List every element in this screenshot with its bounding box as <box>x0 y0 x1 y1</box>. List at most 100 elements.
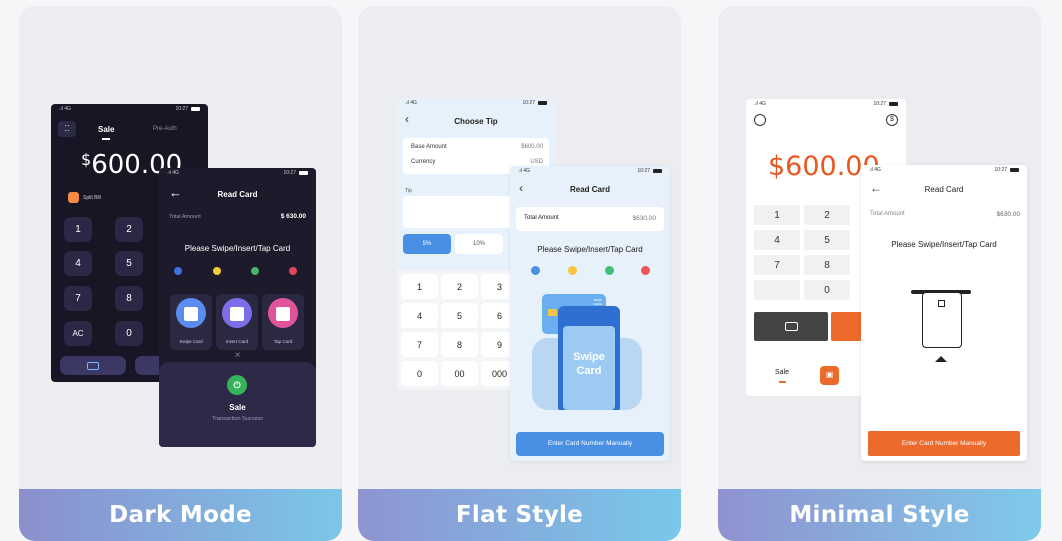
tap-card-label: Tap Card <box>273 339 293 344</box>
enter-manually-button[interactable]: Enter Card Number Manually <box>516 432 664 456</box>
transaction-result-sheet: ⏻ Sale Transaction Success <box>159 362 316 447</box>
key-8[interactable]: 8 <box>441 332 478 357</box>
tip-option-10[interactable]: 10% <box>455 234 503 254</box>
history-icon[interactable] <box>754 114 766 126</box>
close-icon[interactable]: × <box>159 350 316 361</box>
tip-label: Tip <box>405 188 412 194</box>
apps-icon[interactable]: ▣ <box>820 366 839 385</box>
key-ac[interactable]: AC <box>64 321 92 346</box>
key-2[interactable]: 2 <box>441 274 478 299</box>
enter-manually-button[interactable]: Enter Card Number Manually <box>868 431 1020 456</box>
key-1[interactable]: 1 <box>754 205 800 225</box>
key-2[interactable]: 2 <box>804 205 850 225</box>
key-0[interactable]: 0 <box>804 280 850 300</box>
dark-read-card-screen: .ıl 4G 10:27 ← Read Card Total Amount $ 6… <box>159 168 316 447</box>
total-label: Total Amount <box>870 211 905 217</box>
key-5[interactable]: 5 <box>441 303 478 328</box>
insert-card-label: Insert Card <box>225 339 249 344</box>
flat-style-caption: Flat Style <box>358 489 681 541</box>
terminal-icon: Swipe Card <box>558 306 620 410</box>
terminal-text: Swipe Card <box>573 351 605 377</box>
key-4[interactable]: 4 <box>401 303 438 328</box>
key-0[interactable]: 0 <box>115 321 143 346</box>
status-dot-yellow <box>213 267 221 275</box>
key-0[interactable]: 0 <box>401 361 438 386</box>
tab-sale[interactable]: Sale <box>775 369 789 376</box>
key-5[interactable]: 5 <box>804 230 850 250</box>
result-title: Sale <box>229 403 246 412</box>
key-7[interactable]: 7 <box>401 332 438 357</box>
key-blank[interactable] <box>754 280 800 300</box>
key-00[interactable]: 00 <box>441 361 478 386</box>
total-value: $630.00 <box>632 215 657 222</box>
page-title: Read Card <box>217 190 258 199</box>
dark-mode-caption: Dark Mode <box>19 489 342 541</box>
card-reader-icon <box>911 286 977 366</box>
minimal-style-panel: .ıl 4G 10:27 $ $600.00 1 2 4 5 7 8 0 Sale… <box>718 6 1041 541</box>
swipe-card-icon <box>176 298 206 328</box>
card-bank-name: BANK NAME <box>593 298 602 306</box>
base-amount-value: $600.00 <box>521 144 543 150</box>
key-4[interactable]: 4 <box>754 230 800 250</box>
page-title: Choose Tip <box>454 117 498 126</box>
page-title: Read Card <box>924 185 964 194</box>
tip-option-5[interactable]: 5% <box>403 234 451 254</box>
total-value: $630.00 <box>996 211 1021 218</box>
flat-style-panel: .ıl 4G 10:27 ‹ Choose Tip Base Amount $60… <box>358 6 681 541</box>
battery-icon <box>299 170 308 175</box>
tab-sale[interactable]: Sale <box>98 125 114 134</box>
split-bill-label[interactable]: Split Bill <box>83 195 101 201</box>
dark-mode-panel: .ıl 4G 10:27 ⁚⁚ Sale Pre-Auth $600.00 Spl… <box>19 6 342 541</box>
swipe-card-option[interactable]: Swipe Card <box>170 294 212 350</box>
status-dot-blue <box>174 267 182 275</box>
tab-active-indicator <box>102 138 110 140</box>
card-pay-button[interactable] <box>754 312 828 341</box>
battery-icon <box>653 168 662 173</box>
minimal-style-caption: Minimal Style <box>718 489 1041 541</box>
tab-preauth[interactable]: Pre-Auth <box>153 126 177 132</box>
menu-icon[interactable]: ⁚⁚ <box>58 121 76 137</box>
battery-icon <box>1010 167 1019 172</box>
total-label: Total Amount <box>169 214 201 220</box>
battery-icon <box>191 106 200 111</box>
signal-indicator: .ıl 4G <box>59 106 71 112</box>
result-subtitle: Transaction Success <box>212 416 263 422</box>
status-dot-green <box>251 267 259 275</box>
tab-active-indicator <box>779 381 786 383</box>
page-title: Read Card <box>569 185 610 194</box>
card-reader-illustration: BANK NAME Swipe Card <box>524 288 656 410</box>
total-label: Total Amount <box>524 215 559 221</box>
key-2[interactable]: 2 <box>115 217 143 242</box>
card-icon <box>87 361 99 370</box>
key-7[interactable]: 7 <box>64 286 92 311</box>
swipe-card-label: Swipe Card <box>179 339 203 344</box>
key-7[interactable]: 7 <box>754 255 800 275</box>
key-8[interactable]: 8 <box>804 255 850 275</box>
insert-card-icon <box>222 298 252 328</box>
card-pay-button[interactable] <box>60 356 126 375</box>
status-dot-yellow <box>568 266 577 275</box>
tap-card-icon <box>268 298 298 328</box>
status-dot-green <box>605 266 614 275</box>
card-prompt: Please Swipe/Insert/Tap Card <box>537 245 643 254</box>
card-prompt: Please Swipe/Insert/Tap Card <box>184 244 291 253</box>
key-1[interactable]: 1 <box>64 217 92 242</box>
status-dot-blue <box>531 266 540 275</box>
card-prompt: Please Swipe/Insert/Tap Card <box>891 240 997 249</box>
battery-icon <box>538 100 547 105</box>
key-8[interactable]: 8 <box>115 286 143 311</box>
success-icon: ⏻ <box>227 375 247 395</box>
currency-symbol: $ <box>81 150 92 169</box>
split-bill-icon[interactable] <box>68 192 79 203</box>
currency-label: Currency <box>411 159 436 165</box>
currency-value: USD <box>530 159 543 165</box>
insert-card-option[interactable]: Insert Card <box>216 294 258 350</box>
status-dot-red <box>641 266 650 275</box>
key-5[interactable]: 5 <box>115 251 143 276</box>
base-amount-label: Base Amount <box>411 144 447 150</box>
dollar-icon[interactable]: $ <box>886 114 898 126</box>
tap-card-option[interactable]: Tap Card <box>262 294 304 350</box>
key-4[interactable]: 4 <box>64 251 92 276</box>
key-1[interactable]: 1 <box>401 274 438 299</box>
card-icon <box>784 322 798 331</box>
